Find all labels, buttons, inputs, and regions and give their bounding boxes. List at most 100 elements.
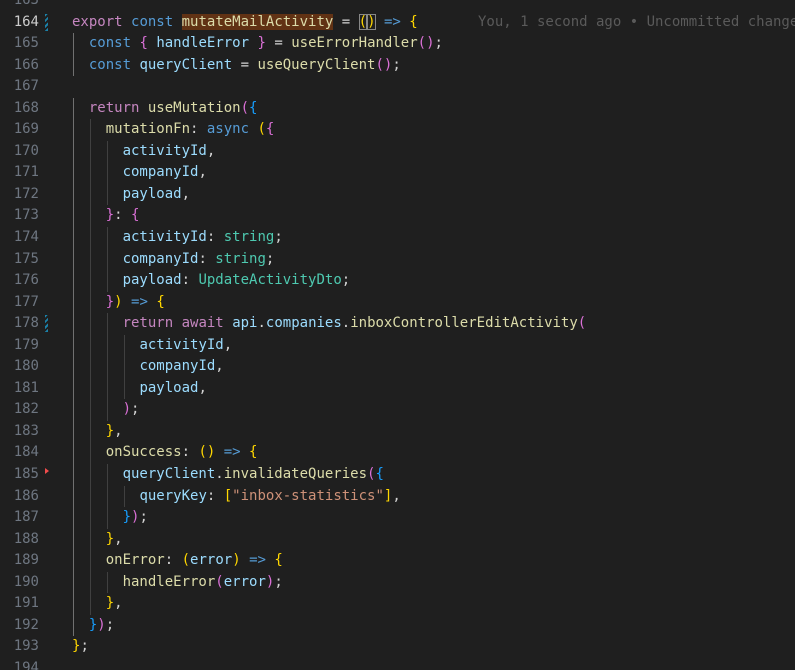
code-line[interactable]: 187 }); <box>0 507 795 529</box>
line-number: 171 <box>13 164 39 181</box>
code-token: . <box>257 315 266 332</box>
code-token: queryClient <box>122 466 216 483</box>
code-line[interactable]: 189 onError: (error) => { <box>0 550 795 572</box>
code-editor[interactable]: 163 164 export const mutateMailActivity = … <box>0 0 795 670</box>
code-token: ; <box>274 573 283 590</box>
code-line[interactable]: 176 payload: UpdateActivityDto; <box>0 270 795 292</box>
code-token: = <box>265 35 292 52</box>
indent-guide <box>73 313 74 335</box>
code-line[interactable]: 186 queryKey: ["inbox-statistics"], <box>0 485 795 508</box>
code-line[interactable]: 185 queryClient.invalidateQueries({ <box>0 464 795 486</box>
deleted-line-icon[interactable] <box>45 468 49 475</box>
code-line[interactable]: 165 const { handleError } = useErrorHand… <box>0 33 795 55</box>
code-line[interactable]: 175 companyId: string; <box>0 248 795 271</box>
code-token: } <box>105 530 115 547</box>
code-token: ( <box>577 315 587 332</box>
code-line[interactable]: 182 ); <box>0 399 795 421</box>
code-line[interactable]: 172 payload, <box>0 183 795 206</box>
code-token: ; <box>105 616 115 633</box>
modified-line-icon[interactable] <box>45 315 48 333</box>
line-number: 191 <box>13 595 39 612</box>
code-line[interactable]: 177 }) => { <box>0 291 795 314</box>
line-number: 194 <box>13 659 39 670</box>
code-token: ( <box>240 99 250 116</box>
indent-guide <box>89 420 91 443</box>
indent-guide <box>89 464 91 486</box>
code-token: { <box>265 121 275 138</box>
code-line[interactable]: 181 payload, <box>0 377 795 400</box>
code-token: ; <box>274 229 283 246</box>
code-line[interactable]: 190 handleError(error); <box>0 571 795 594</box>
code-line[interactable]: 193}; <box>0 636 795 658</box>
code-line[interactable]: 163 <box>0 0 795 12</box>
git-blame-annotation[interactable]: You, 1 second ago • Uncommitted changes <box>478 12 795 34</box>
code-token: , <box>114 530 123 547</box>
code-line[interactable]: 174 activityId: string; <box>0 227 795 249</box>
indent-guide <box>89 140 91 163</box>
code-line[interactable]: 191 }, <box>0 593 795 615</box>
code-token: error <box>223 573 266 590</box>
indent-guide <box>73 614 74 637</box>
indent-guide <box>106 140 108 163</box>
code-line[interactable]: 179 activityId, <box>0 334 795 357</box>
modified-line-icon[interactable] <box>45 13 48 31</box>
code-token: ) <box>367 13 376 30</box>
code-token: string <box>215 250 266 267</box>
indent-guide <box>89 571 91 594</box>
indent-guide <box>123 485 125 508</box>
code-content: return await api.companies.inboxControll… <box>72 313 586 335</box>
code-token: } <box>105 207 115 224</box>
code-line[interactable]: 168 return useMutation({ <box>0 97 795 120</box>
code-line[interactable]: 169 mutationFn: async ({ <box>0 119 795 141</box>
code-line[interactable]: 194 <box>0 658 795 670</box>
code-line[interactable]: 164 export const mutateMailActivity = () … <box>0 12 795 34</box>
code-token: { <box>156 293 165 310</box>
code-token: return <box>88 99 140 116</box>
code-token: queryClient <box>139 56 233 73</box>
indent-guide <box>89 183 91 206</box>
code-line[interactable]: 184 onSuccess: () => { <box>0 442 795 465</box>
code-token: ( <box>358 13 368 30</box>
code-content: payload: UpdateActivityDto; <box>72 270 350 292</box>
code-content: }); <box>72 507 148 529</box>
code-line[interactable]: 188 }, <box>0 528 795 551</box>
code-line[interactable]: 178 return await api.companies.inboxCont… <box>0 313 795 335</box>
indent-guide <box>73 140 74 163</box>
line-number: 181 <box>13 379 39 396</box>
code-line[interactable]: 173 }: { <box>0 205 795 228</box>
code-token: payload <box>122 185 182 202</box>
line-number: 192 <box>13 616 39 633</box>
indent-guide <box>73 420 74 443</box>
line-number: 163 <box>13 0 39 8</box>
code-content: const { handleError } = useErrorHandler(… <box>72 33 443 55</box>
code-token: payload <box>139 379 199 396</box>
line-number: 169 <box>13 121 39 138</box>
code-line[interactable]: 183 }, <box>0 420 795 443</box>
code-line[interactable]: 192 }); <box>0 614 795 637</box>
code-line[interactable]: 170 activityId, <box>0 140 795 163</box>
code-token: () <box>375 56 393 73</box>
code-token: => <box>249 552 266 569</box>
code-token: : <box>190 121 207 138</box>
code-content: ); <box>72 399 139 421</box>
code-content: queryKey: ["inbox-statistics"], <box>72 485 401 508</box>
code-line[interactable]: 171 companyId, <box>0 162 795 184</box>
code-line[interactable]: 167 <box>0 76 795 98</box>
code-token: , <box>198 164 207 181</box>
line-number: 176 <box>13 272 39 289</box>
code-line[interactable]: 180 companyId, <box>0 356 795 378</box>
code-line[interactable]: 166 const queryClient = useQueryClient()… <box>0 54 795 77</box>
code-content: companyId, <box>72 356 224 378</box>
code-token: ; <box>265 250 275 267</box>
indent-guide <box>106 334 108 357</box>
indent-guide <box>106 507 108 529</box>
